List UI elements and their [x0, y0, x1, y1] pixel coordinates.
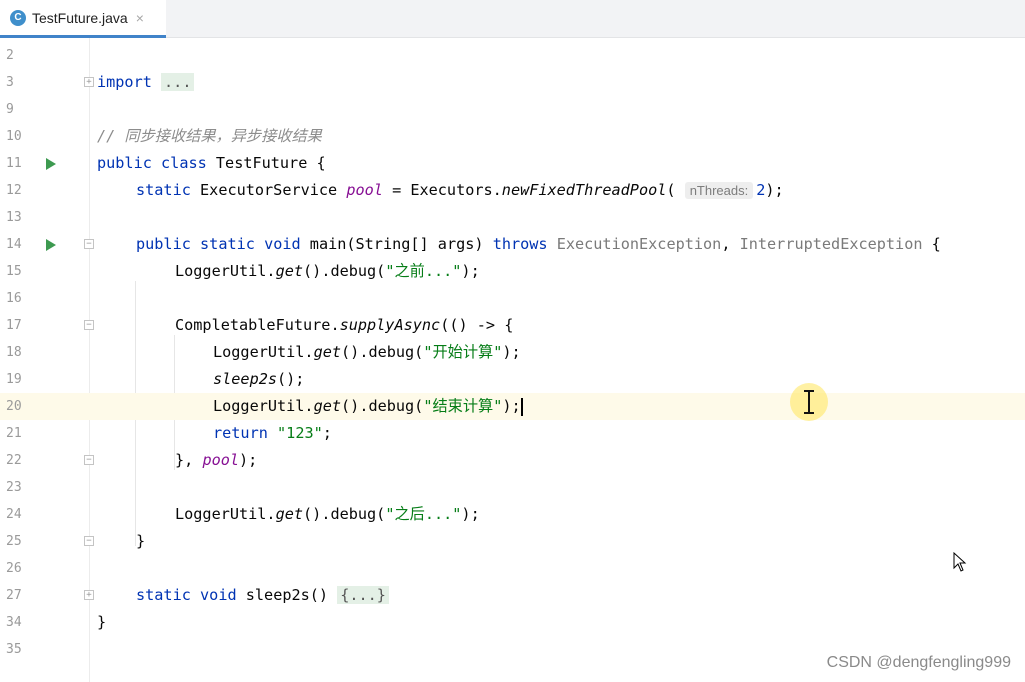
- code-line: 34 }: [0, 609, 1025, 636]
- folded-imports[interactable]: ...: [161, 73, 195, 91]
- line-number: 35: [6, 642, 22, 657]
- code-text: import ...: [97, 69, 195, 96]
- line-number: 21: [6, 426, 22, 441]
- line-number: 15: [6, 264, 22, 279]
- code-line: 25 − }: [0, 528, 1025, 555]
- parameter-hint: nThreads:: [684, 182, 754, 199]
- folded-method-body[interactable]: {...}: [337, 586, 389, 604]
- tab-testfuture-java[interactable]: C TestFuture.java ×: [0, 0, 166, 38]
- line-number: 3: [6, 75, 14, 90]
- line-number: 19: [6, 372, 22, 387]
- text-cursor-icon: [804, 390, 814, 414]
- code-line: 23: [0, 474, 1025, 501]
- line-number: 22: [6, 453, 22, 468]
- code-line: 3 + import ...: [0, 69, 1025, 96]
- code-text: public class TestFuture {: [97, 154, 326, 172]
- line-number: 10: [6, 129, 22, 144]
- code-text: LoggerUtil.get().debug("之后...");: [175, 505, 480, 523]
- code-text: }, pool);: [175, 451, 258, 469]
- code-text: public static void main(String[] args) t…: [136, 235, 941, 253]
- line-number: 34: [6, 615, 22, 630]
- code-text: static void sleep2s() {...}: [136, 582, 389, 609]
- code-text: return "123";: [213, 424, 332, 442]
- fold-minus-icon[interactable]: −: [84, 239, 94, 249]
- code-line: 10 // 同步接收结果，异步接收结果: [0, 123, 1025, 150]
- line-number: 16: [6, 291, 22, 306]
- line-number: 12: [6, 183, 22, 198]
- watermark: CSDN @dengfengling999: [826, 654, 1011, 671]
- line-number: 25: [6, 534, 22, 549]
- code-text: CompletableFuture.supplyAsync(() -> {: [175, 316, 514, 334]
- line-number: 26: [6, 561, 22, 576]
- fold-end-icon[interactable]: −: [84, 455, 94, 465]
- line-number: 9: [6, 102, 14, 117]
- run-icon[interactable]: [46, 158, 56, 170]
- code-text: LoggerUtil.get().debug("结束计算");: [213, 397, 523, 416]
- code-text: static ExecutorService pool = Executors.…: [136, 181, 784, 199]
- code-line: 19 sleep2s();: [0, 366, 1025, 393]
- code-line: 26: [0, 555, 1025, 582]
- code-line: 13: [0, 204, 1025, 231]
- line-number: 11: [6, 156, 22, 171]
- code-text: LoggerUtil.get().debug("之前...");: [175, 262, 480, 280]
- editor-tab-bar: C TestFuture.java ×: [0, 0, 1025, 38]
- fold-plus-icon[interactable]: +: [84, 590, 94, 600]
- code-editor[interactable]: 2 3 + import ... 9 10 // 同步接收结果，异步接收结果 1…: [0, 38, 1025, 682]
- code-comment: // 同步接收结果，异步接收结果: [97, 127, 322, 145]
- code-line: 11 public class TestFuture {: [0, 150, 1025, 177]
- line-number: 24: [6, 507, 22, 522]
- line-number: 2: [6, 48, 14, 63]
- line-number: 13: [6, 210, 22, 225]
- close-icon[interactable]: ×: [136, 10, 144, 26]
- line-number: 17: [6, 318, 22, 333]
- code-text: sleep2s();: [213, 370, 305, 388]
- line-number: 18: [6, 345, 22, 360]
- line-number: 14: [6, 237, 22, 252]
- line-number: 20: [6, 399, 22, 414]
- line-number: 23: [6, 480, 22, 495]
- fold-end-icon[interactable]: −: [84, 536, 94, 546]
- code-line: 14 − public static void main(String[] ar…: [0, 231, 1025, 258]
- fold-plus-icon[interactable]: +: [84, 77, 94, 87]
- code-line: 12 static ExecutorService pool = Executo…: [0, 177, 1025, 204]
- code-line: 24 LoggerUtil.get().debug("之后...");: [0, 501, 1025, 528]
- code-line: 17 − CompletableFuture.supplyAsync(() ->…: [0, 312, 1025, 339]
- code-text: }: [136, 532, 146, 550]
- code-text: LoggerUtil.get().debug("开始计算");: [213, 343, 521, 361]
- code-line: 27 + static void sleep2s() {...}: [0, 582, 1025, 609]
- tab-file-name: TestFuture.java: [32, 9, 128, 26]
- current-code-line: 20 LoggerUtil.get().debug("结束计算");: [0, 393, 1025, 420]
- fold-minus-icon[interactable]: −: [84, 320, 94, 330]
- code-line: 22 − }, pool);: [0, 447, 1025, 474]
- code-text: }: [97, 613, 107, 631]
- code-line: 21 return "123";: [0, 420, 1025, 447]
- run-icon[interactable]: [46, 239, 56, 251]
- code-line: 15 LoggerUtil.get().debug("之前...");: [0, 258, 1025, 285]
- mouse-pointer-icon: [953, 552, 967, 572]
- java-class-icon: C: [10, 9, 26, 26]
- code-line: 18 LoggerUtil.get().debug("开始计算");: [0, 339, 1025, 366]
- code-line: 2: [0, 42, 1025, 69]
- code-line: 16: [0, 285, 1025, 312]
- text-caret: [520, 397, 523, 416]
- code-line: 9: [0, 96, 1025, 123]
- line-number: 27: [6, 588, 22, 603]
